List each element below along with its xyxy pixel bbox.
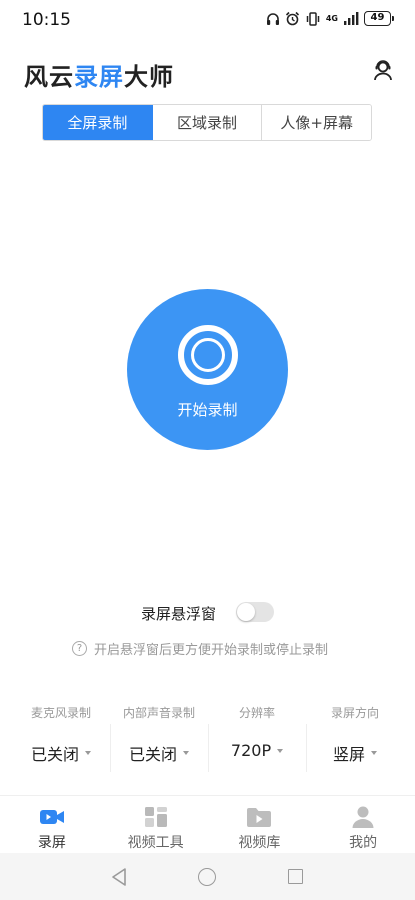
record-icon	[177, 325, 238, 385]
nav-label: 视频库	[238, 835, 281, 851]
nav-item-video-library[interactable]: 视频库	[208, 796, 312, 853]
hint-text: 开启悬浮窗后更方便开始录制或停止录制	[94, 642, 329, 658]
floating-window-hint: ? 开启悬浮窗后更方便开始录制或停止录制	[72, 639, 329, 658]
setting-internal-audio[interactable]: 内部声音录制 已关闭	[110, 702, 208, 774]
battery-indicator: 49	[364, 11, 394, 26]
start-record-button[interactable]: 开始录制	[127, 289, 288, 450]
setting-title: 麦克风录制	[30, 706, 91, 720]
tab-portrait-screen[interactable]: 人像+屏幕	[262, 105, 371, 140]
record-mode-tabs: 全屏录制 区域录制 人像+屏幕	[42, 104, 372, 141]
tools-grid-icon	[143, 806, 169, 828]
headphones-icon	[266, 12, 279, 25]
setting-value: 720P	[230, 741, 284, 760]
dropdown-caret-icon	[371, 751, 377, 755]
tab-region-record[interactable]: 区域录制	[152, 105, 263, 140]
setting-title: 分辨率	[238, 706, 275, 720]
status-icons: 4G 49	[266, 11, 394, 26]
setting-microphone[interactable]: 麦克风录制 已关闭	[12, 702, 110, 774]
toggle-knob	[237, 603, 255, 621]
system-navigation-bar	[0, 853, 415, 900]
floating-window-label: 录屏悬浮窗	[141, 605, 217, 623]
setting-value: 已关闭	[129, 741, 189, 765]
app-title-part2: 录屏	[74, 63, 124, 91]
video-folder-icon	[246, 806, 272, 828]
setting-value: 已关闭	[31, 741, 91, 765]
vibrate-icon	[306, 11, 320, 26]
network-type: 4G	[325, 13, 338, 23]
nav-item-mine[interactable]: 我的	[311, 796, 415, 853]
tab-fullscreen-record[interactable]: 全屏录制	[43, 105, 153, 140]
alarm-icon	[285, 11, 299, 26]
dropdown-caret-icon	[183, 751, 189, 755]
record-icon-inner	[190, 338, 225, 372]
user-icon	[350, 806, 376, 828]
nav-item-video-tools[interactable]: 视频工具	[104, 796, 208, 853]
customer-service-icon[interactable]	[371, 58, 395, 82]
video-camera-icon	[39, 806, 65, 828]
setting-title: 内部声音录制	[122, 706, 195, 720]
floating-window-toggle[interactable]	[236, 602, 274, 622]
status-time: 10:15	[22, 10, 71, 30]
floating-window-row: 录屏悬浮窗	[0, 600, 415, 626]
question-icon: ?	[72, 640, 87, 656]
setting-value-text: 720P	[230, 741, 272, 760]
setting-orientation[interactable]: 录屏方向 竖屏	[306, 702, 404, 774]
setting-resolution[interactable]: 分辨率 720P	[208, 702, 306, 774]
nav-label: 我的	[349, 835, 378, 851]
record-settings: 麦克风录制 已关闭 内部声音录制 已关闭 分辨率 720P 录屏方向 竖屏	[12, 702, 404, 774]
bottom-nav: 录屏 视频工具 视频库 我的	[0, 795, 415, 853]
app-title: 风云录屏大师	[24, 57, 174, 92]
nav-label: 视频工具	[127, 835, 184, 851]
dropdown-caret-icon	[85, 751, 91, 755]
status-bar: 10:15 4G 49	[0, 0, 415, 40]
back-icon[interactable]	[110, 867, 128, 887]
app-title-part1: 风云	[24, 63, 74, 91]
home-icon[interactable]	[198, 868, 216, 886]
setting-title: 录屏方向	[330, 706, 379, 720]
setting-value-text: 已关闭	[30, 745, 79, 764]
setting-value-text: 竖屏	[332, 745, 365, 764]
recent-apps-icon[interactable]	[288, 869, 303, 884]
setting-value-text: 已关闭	[128, 745, 177, 764]
app-title-part3: 大师	[124, 63, 174, 91]
start-record-label: 开始录制	[177, 401, 238, 419]
signal-icon	[344, 12, 359, 25]
app-header: 风云录屏大师	[0, 52, 415, 94]
dropdown-caret-icon	[277, 748, 284, 753]
nav-label: 录屏	[37, 835, 66, 851]
setting-value: 竖屏	[333, 741, 377, 765]
nav-item-record[interactable]: 录屏	[0, 796, 104, 853]
